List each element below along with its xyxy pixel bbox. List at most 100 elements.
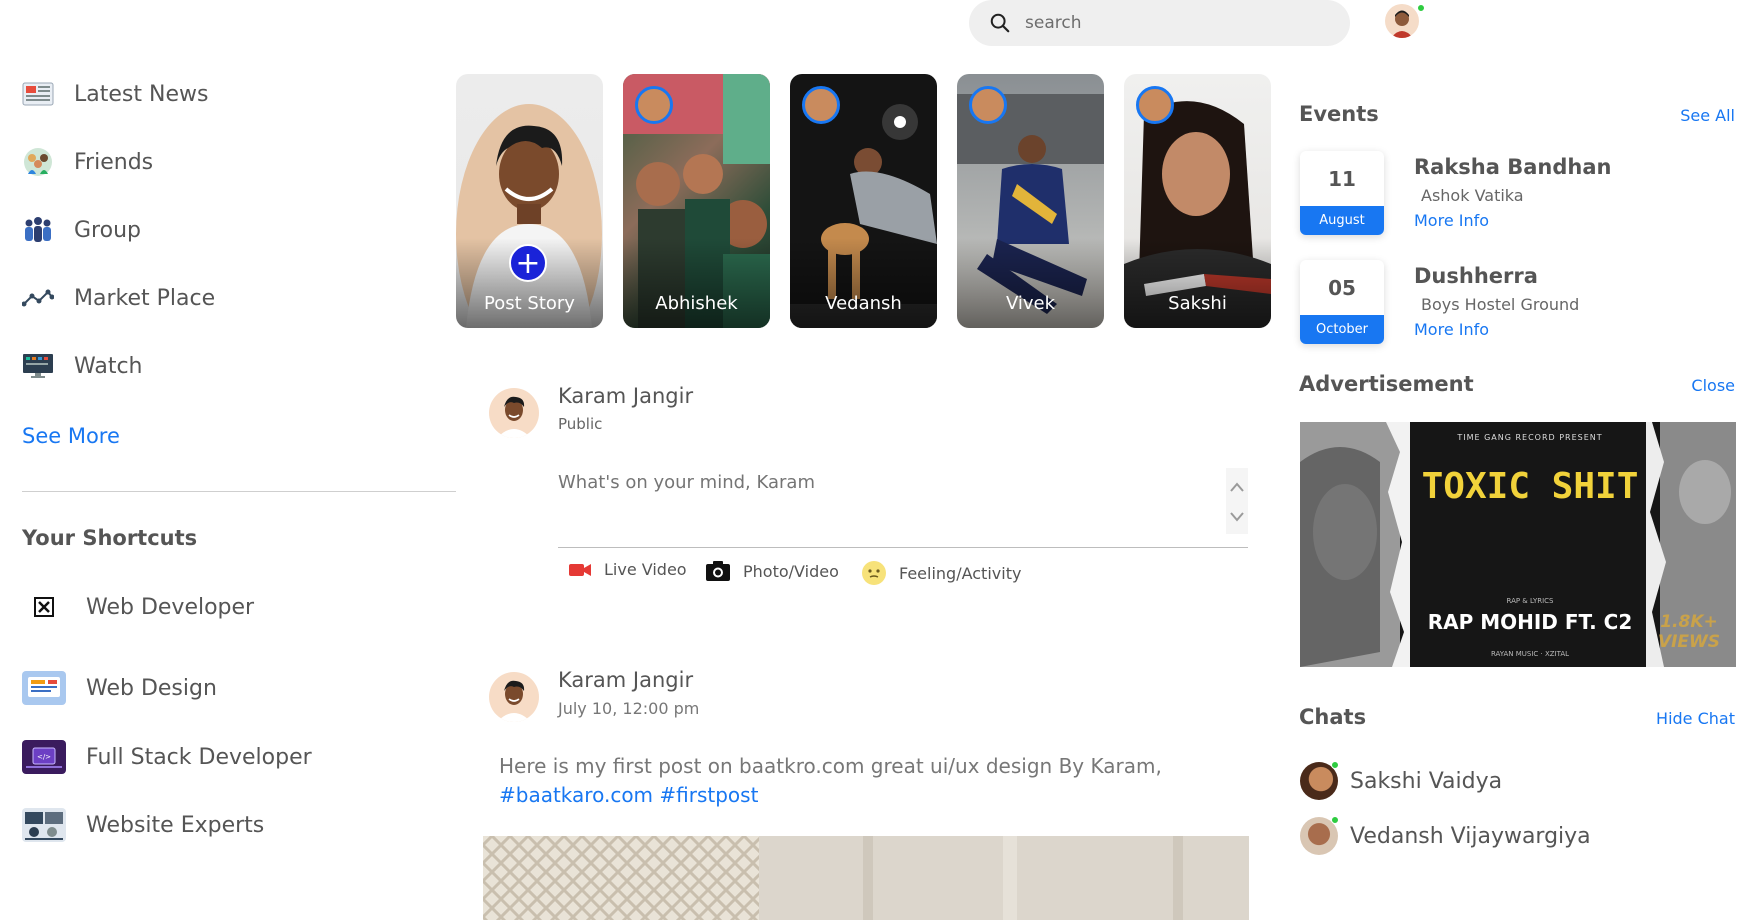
composer-avatar <box>489 388 539 438</box>
search-input[interactable] <box>1025 13 1325 33</box>
shortcut-label: Full Stack Developer <box>86 744 312 770</box>
story-card-sakshi[interactable]: Sakshi <box>1124 74 1271 328</box>
sidebar-item-label: Market Place <box>74 285 216 311</box>
shortcut-label: Web Design <box>86 675 217 701</box>
sidebar-item-group[interactable]: Group <box>22 214 141 246</box>
chevron-up-icon[interactable] <box>1226 472 1248 502</box>
story-shade <box>1124 238 1271 328</box>
shortcut-website-experts[interactable]: Website Experts <box>22 808 264 842</box>
chat-avatar <box>1300 816 1339 855</box>
event-title: Raksha Bandhan <box>1414 155 1612 179</box>
story-card-vivek[interactable]: Vivek <box>957 74 1104 328</box>
online-status-dot <box>1331 761 1339 769</box>
sidebar-item-friends[interactable]: Friends <box>22 146 153 178</box>
story-shade <box>623 238 770 328</box>
story-avatar <box>802 86 840 124</box>
post-text: Here is my first post on baatkro.com gre… <box>499 754 1162 778</box>
story-label: Abhishek <box>655 293 738 314</box>
see-all-events-link[interactable]: See All <box>1680 106 1735 125</box>
event-more-info-link[interactable]: More Info <box>1414 211 1489 230</box>
post-author-avatar[interactable] <box>489 672 539 722</box>
ad-views: 1.8K+ VIEWS <box>1657 612 1721 652</box>
sidebar-item-market-place[interactable]: Market Place <box>22 282 215 314</box>
website-experts-icon <box>22 808 66 842</box>
composer-scrollbar[interactable] <box>1226 468 1248 534</box>
event-day: 05 <box>1328 275 1356 300</box>
story-label: Sakshi <box>1168 293 1227 314</box>
action-label: Photo/Video <box>743 561 839 581</box>
chat-avatar <box>1300 761 1339 800</box>
video-camera-icon <box>569 563 591 576</box>
chat-item-sakshi[interactable]: Sakshi Vaidya <box>1300 761 1502 800</box>
web-developer-icon <box>22 590 66 624</box>
chat-item-vedansh[interactable]: Vedansh Vijaywargiya <box>1300 816 1591 855</box>
profile-avatar[interactable] <box>1385 4 1419 38</box>
events-title: Events <box>1299 102 1379 126</box>
camera-icon <box>706 561 730 581</box>
story-avatar <box>635 86 673 124</box>
event-month: October <box>1300 315 1384 344</box>
svg-text:</>: </> <box>37 753 51 761</box>
photo-video-button[interactable]: Photo/Video <box>705 560 839 582</box>
advertisement-banner[interactable]: TIME GANG RECORD PRESENT TOXIC SHIT RAP … <box>1300 422 1736 667</box>
composer-author-name: Karam Jangir <box>558 384 694 408</box>
online-status-dot <box>1417 4 1425 12</box>
close-ad-button[interactable]: Close <box>1691 376 1735 395</box>
story-card-vedansh[interactable]: Vedansh <box>790 74 937 328</box>
chevron-down-icon[interactable] <box>1226 502 1248 532</box>
story-avatar <box>969 86 1007 124</box>
ad-artist: RAP MOHID FT. C2 <box>1427 610 1633 634</box>
live-video-button[interactable]: Live Video <box>568 560 687 579</box>
post-composer-input[interactable] <box>558 466 1248 548</box>
story-label: Post Story <box>484 293 575 314</box>
post-body: Here is my first post on baatkro.com gre… <box>499 752 1219 810</box>
emoji-icon <box>862 561 886 585</box>
story-label: Vivek <box>1005 293 1056 314</box>
sidebar-item-label: Group <box>74 217 141 243</box>
composer-visibility[interactable]: Public <box>558 415 602 433</box>
ad-credits-bottom: RAYAN MUSIC · XZITAL <box>1490 650 1570 658</box>
ad-headline: TOXIC SHIT <box>1421 466 1639 507</box>
add-story-button[interactable]: + <box>509 244 547 282</box>
newspaper-icon <box>22 78 54 110</box>
advertisement-title: Advertisement <box>1299 372 1474 396</box>
see-more-link[interactable]: See More <box>22 424 120 448</box>
story-card-abhishek[interactable]: Abhishek <box>623 74 770 328</box>
sidebar-item-label: Friends <box>74 149 154 175</box>
feeling-activity-button[interactable]: Feeling/Activity <box>861 560 1021 586</box>
shortcut-web-design[interactable]: Web Design <box>22 671 217 705</box>
post-hashtags[interactable]: #baatkaro.com #firstpost <box>499 781 1219 810</box>
post-image[interactable] <box>483 836 1249 920</box>
shortcut-label: Web Developer <box>86 594 255 620</box>
shortcut-full-stack-developer[interactable]: </> Full Stack Developer <box>22 740 312 774</box>
ad-credits-top: RAP & LYRICS <box>1506 597 1554 605</box>
event-place: Boys Hostel Ground <box>1421 295 1580 314</box>
web-design-icon <box>22 671 66 705</box>
chat-name: Vedansh Vijaywargiya <box>1350 823 1591 849</box>
event-day: 11 <box>1328 166 1356 191</box>
sidebar-item-latest-news[interactable]: Latest News <box>22 78 208 110</box>
story-shade <box>957 238 1104 328</box>
event-more-info-link[interactable]: More Info <box>1414 320 1489 339</box>
post-author-name[interactable]: Karam Jangir <box>558 668 693 692</box>
sidebar-divider <box>22 491 456 492</box>
shortcuts-title: Your Shortcuts <box>22 526 198 550</box>
story-avatar <box>1136 86 1174 124</box>
ad-top-line: TIME GANG RECORD PRESENT <box>1457 433 1603 442</box>
search-bar[interactable] <box>969 0 1350 46</box>
chats-title: Chats <box>1299 705 1367 729</box>
hide-chat-button[interactable]: Hide Chat <box>1656 709 1735 728</box>
search-icon <box>990 13 1010 33</box>
story-shade <box>790 238 937 328</box>
sidebar-item-watch[interactable]: Watch <box>22 350 143 382</box>
action-label: Live Video <box>604 560 687 579</box>
market-place-icon <box>22 282 54 314</box>
shortcut-web-developer[interactable]: Web Developer <box>22 590 254 624</box>
online-status-dot <box>1331 816 1339 824</box>
friends-icon <box>22 146 54 178</box>
sidebar-item-label: Watch <box>74 353 143 379</box>
event-place: Ashok Vatika <box>1421 186 1524 205</box>
post-timestamp: July 10, 12:00 pm <box>558 699 700 718</box>
story-card-post[interactable]: Post Story <box>456 74 603 328</box>
watch-icon <box>22 350 54 382</box>
